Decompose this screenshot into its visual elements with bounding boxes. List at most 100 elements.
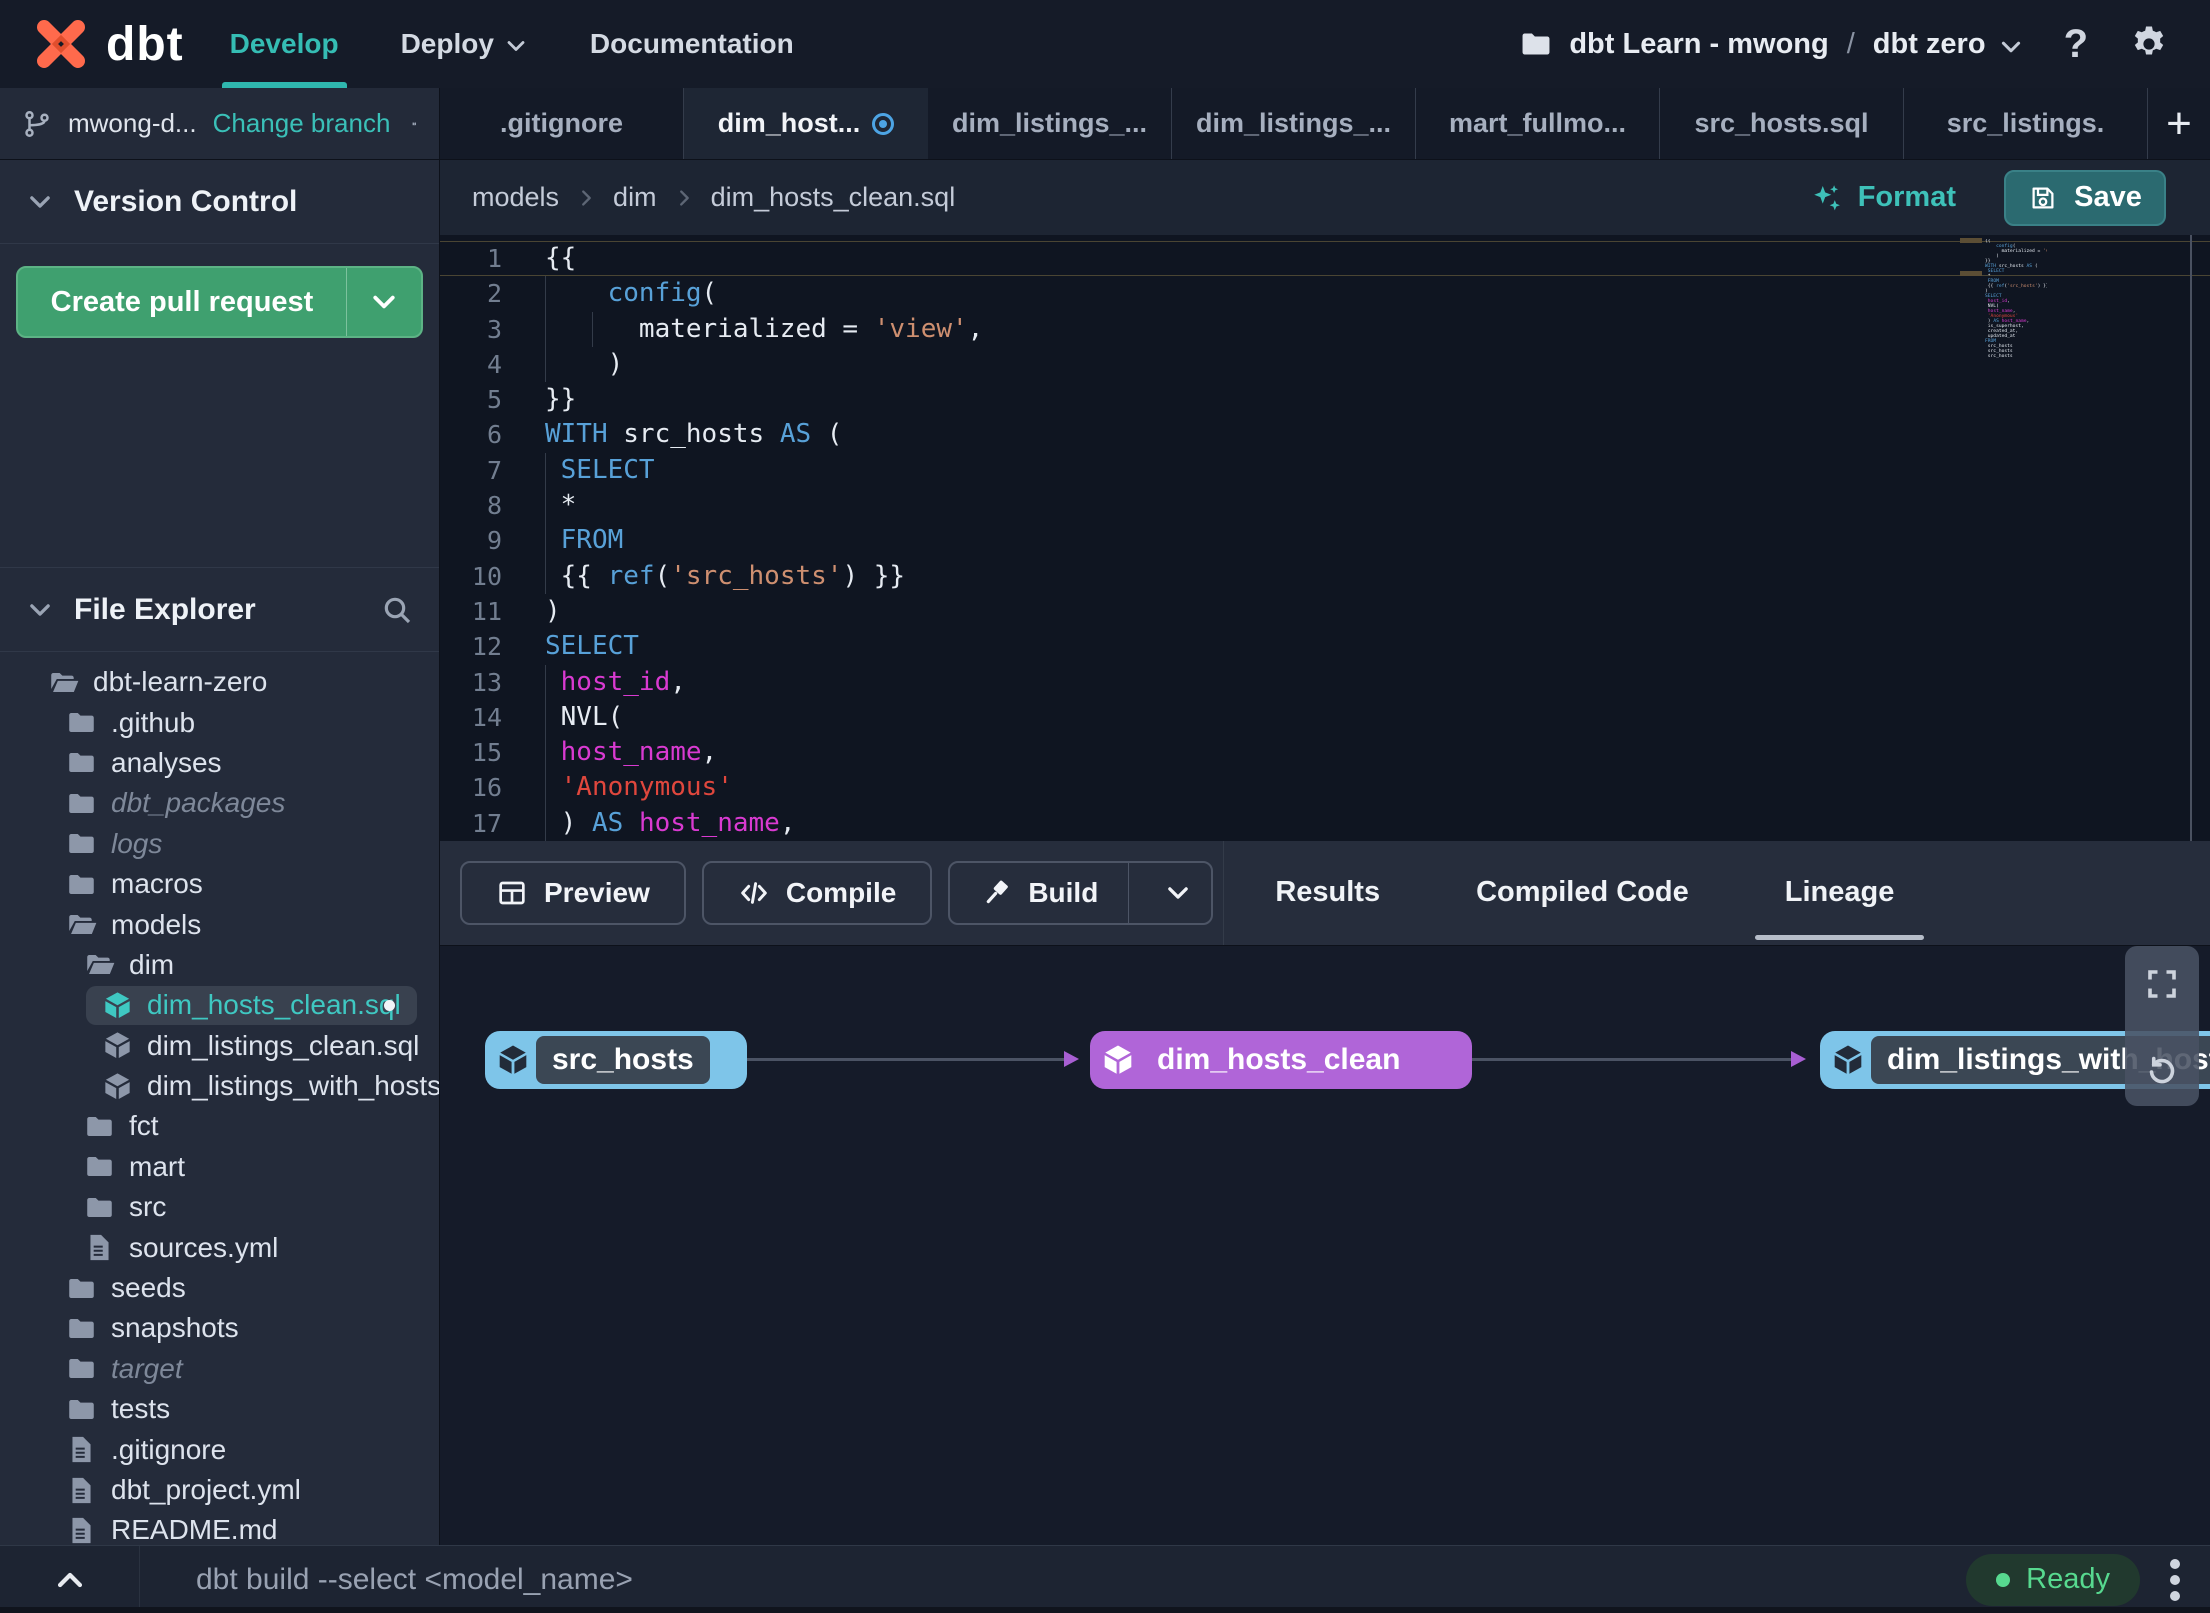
file-tab-dim_listings_...[interactable]: dim_listings_...: [928, 88, 1172, 159]
breadcrumb-item[interactable]: dim_hosts_clean.sql: [711, 182, 956, 213]
build-dropdown-button[interactable]: [1145, 863, 1211, 923]
preview-button[interactable]: Preview: [460, 860, 686, 925]
help-button[interactable]: ?: [2064, 22, 2088, 67]
panel-tab-results[interactable]: Results: [1275, 841, 1380, 945]
file-explorer-header[interactable]: File Explorer: [0, 568, 439, 652]
create-pull-request-button[interactable]: Create pull request: [16, 266, 423, 338]
line-number: 3: [486, 314, 502, 344]
kebab-menu-icon[interactable]: [2166, 1558, 2210, 1601]
tree-item-.github[interactable]: .github: [0, 702, 439, 742]
build-button[interactable]: Build: [948, 860, 1214, 925]
code-line-content[interactable]: ): [502, 346, 2210, 383]
version-control-header[interactable]: Version Control: [0, 160, 439, 244]
code-line-content[interactable]: host_id,: [502, 664, 2210, 700]
refresh-icon[interactable]: [2144, 1054, 2180, 1090]
tree-item-tests[interactable]: tests: [0, 1389, 439, 1429]
code-line-content[interactable]: NVL(: [502, 699, 2210, 736]
code-line-content[interactable]: ) AS host_name,: [502, 805, 2210, 841]
folder-icon: [66, 788, 97, 819]
file-tab-src_hosts.sql[interactable]: src_hosts.sql: [1660, 88, 1904, 159]
tree-item-label: dbt_project.yml: [111, 1474, 301, 1505]
tree-item-sources.yml[interactable]: sources.yml: [0, 1227, 439, 1267]
panel-tab-compiled-code[interactable]: Compiled Code: [1476, 841, 1689, 945]
tree-item-README.md[interactable]: README.md: [0, 1510, 439, 1545]
lineage-node-src_hosts[interactable]: src_hosts: [485, 1030, 747, 1089]
folder-icon: [66, 1394, 97, 1425]
docs-book-icon[interactable]: [412, 108, 417, 140]
code-line-content[interactable]: SELECT: [502, 452, 2210, 489]
fullscreen-icon[interactable]: [2144, 966, 2180, 1002]
tree-item-dbt_project.yml[interactable]: dbt_project.yml: [0, 1470, 439, 1510]
status-badge[interactable]: Ready: [1966, 1553, 2140, 1606]
code-line-content[interactable]: materialized = 'view',: [502, 311, 2210, 347]
change-branch-link[interactable]: Change branch: [213, 108, 391, 139]
tree-item-seeds[interactable]: seeds: [0, 1268, 439, 1308]
settings-gear-icon[interactable]: [2128, 23, 2170, 65]
compile-button[interactable]: Compile: [701, 860, 933, 925]
tree-item-dim_hosts_clean.sql[interactable]: dim_hosts_clean.sql: [0, 985, 439, 1025]
folder-icon: [84, 1111, 115, 1142]
format-button[interactable]: Format: [1810, 181, 1956, 215]
code-line-content[interactable]: FROM: [502, 523, 2210, 559]
tree-item-logs[interactable]: logs: [0, 824, 439, 864]
line-number: 1: [486, 244, 502, 273]
panel-tab-lineage[interactable]: Lineage: [1754, 841, 1924, 945]
code-line-content[interactable]: WITH src_hosts AS (: [502, 417, 2210, 452]
file-icon: [66, 1475, 97, 1506]
tree-item-models[interactable]: models: [0, 904, 439, 944]
minimap[interactable]: {{ config( materialized = 'view', )}}WIT…: [1985, 239, 2047, 359]
breadcrumb-item[interactable]: dim: [613, 182, 657, 213]
tree-item-src[interactable]: src: [0, 1187, 439, 1227]
code-line-content[interactable]: 'Anonymous': [502, 770, 2210, 806]
tree-item-mart[interactable]: mart: [0, 1147, 439, 1187]
tree-item-dim_listings_with_hosts...[interactable]: dim_listings_with_hosts...: [0, 1066, 439, 1106]
model-cube-icon: [102, 990, 133, 1021]
tree-item-fct[interactable]: fct: [0, 1106, 439, 1146]
new-tab-button[interactable]: +: [2148, 88, 2210, 159]
tree-item-snapshots[interactable]: snapshots: [0, 1308, 439, 1348]
search-icon[interactable]: [381, 594, 413, 626]
code-line-content[interactable]: config(: [502, 276, 2210, 312]
chevron-down-icon: [30, 195, 50, 208]
tree-item-dbt-learn-zero[interactable]: dbt-learn-zero: [0, 662, 439, 702]
dbt-logo[interactable]: dbt: [0, 13, 230, 75]
tree-item-.gitignore[interactable]: .gitignore: [0, 1429, 439, 1469]
file-tab-mart_fullmo...[interactable]: mart_fullmo...: [1416, 88, 1660, 159]
tree-item-macros[interactable]: macros: [0, 864, 439, 904]
file-tab-src_listings.[interactable]: src_listings.: [1904, 88, 2148, 159]
tree-item-target[interactable]: target: [0, 1349, 439, 1389]
create-pull-request-label[interactable]: Create pull request: [18, 268, 347, 336]
code-editor[interactable]: 1{{2 config(3 materialized = 'view', 4 ) 5…: [440, 235, 2210, 841]
collapse-command-bar-button[interactable]: [0, 1546, 140, 1613]
lineage-node-dim_hosts_clean[interactable]: dim_hosts_clean: [1090, 1030, 1472, 1089]
tree-item-analyses[interactable]: analyses: [0, 743, 439, 783]
pull-request-dropdown-button[interactable]: [347, 268, 421, 336]
model-cube-icon: [102, 1071, 133, 1102]
lineage-canvas[interactable]: src_hosts dim_hosts_clean dim_listings_wit…: [440, 945, 2210, 1545]
chevron-down-icon: [373, 295, 395, 309]
code-line-content[interactable]: ): [502, 594, 2210, 629]
code-line-content[interactable]: *: [502, 488, 2210, 524]
nav-documentation[interactable]: Documentation: [590, 0, 794, 88]
save-button[interactable]: Save: [2004, 169, 2166, 226]
code-line-content[interactable]: SELECT: [502, 629, 2210, 664]
tab-label: mart_fullmo...: [1448, 108, 1627, 138]
build-main-button[interactable]: Build: [950, 862, 1130, 923]
file-tab-dim_listings_...[interactable]: dim_listings_...: [1172, 88, 1416, 159]
code-line-content[interactable]: host_name,: [502, 735, 2210, 771]
project-dropdown[interactable]: dbt zero: [1873, 28, 2024, 61]
breadcrumb-item[interactable]: models: [472, 182, 559, 213]
tree-item-dim[interactable]: dim: [0, 945, 439, 985]
code-line-content[interactable]: {{ ref('src_hosts') }}: [502, 558, 2210, 594]
code-line-content[interactable]: {{: [502, 241, 2210, 276]
nav-develop[interactable]: Develop: [221, 0, 347, 88]
editor-scrollbar[interactable]: [2190, 235, 2192, 841]
nav-deploy[interactable]: Deploy: [401, 0, 528, 88]
file-tab-dim_host...[interactable]: dim_host...: [684, 88, 928, 159]
file-tab-.gitignore[interactable]: .gitignore: [440, 88, 684, 159]
code-line-content[interactable]: }}: [502, 382, 2210, 417]
command-input[interactable]: [140, 1562, 1967, 1597]
folder-icon: [66, 909, 97, 940]
tree-item-dim_listings_clean.sql[interactable]: dim_listings_clean.sql: [0, 1026, 439, 1066]
tree-item-dbt_packages[interactable]: dbt_packages: [0, 783, 439, 823]
